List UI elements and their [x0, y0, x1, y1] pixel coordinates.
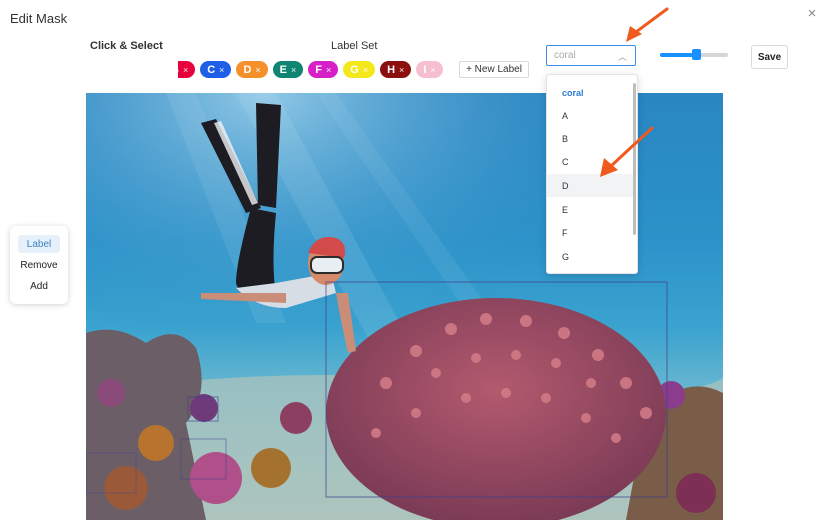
close-icon[interactable]: ×: [183, 65, 188, 75]
label-chip-i[interactable]: I ×: [416, 61, 443, 78]
label-tool-button[interactable]: Label: [18, 235, 60, 253]
brush-size-slider-handle[interactable]: [692, 49, 701, 60]
add-tool-button[interactable]: Add: [18, 277, 60, 295]
close-icon[interactable]: ×: [363, 65, 368, 75]
label-chip-letter: B: [178, 64, 179, 76]
annotation-arrow-icon: [626, 7, 669, 42]
new-label-button[interactable]: + New Label: [459, 61, 529, 78]
close-icon[interactable]: ×: [291, 65, 296, 75]
label-chip-letter: D: [243, 63, 252, 76]
label-chip-e[interactable]: E ×: [272, 61, 304, 78]
coral-blob: [676, 473, 716, 513]
main-coral: [326, 298, 666, 520]
coral-blob: [190, 452, 242, 504]
close-icon[interactable]: ×: [399, 65, 404, 75]
click-select-heading: Click & Select: [90, 40, 163, 52]
label-chip-letter: H: [387, 63, 396, 76]
close-icon[interactable]: ×: [326, 65, 331, 75]
annotation-arrow-icon: [600, 126, 654, 177]
coral-blob: [138, 425, 174, 461]
close-icon[interactable]: ×: [219, 65, 224, 75]
close-icon[interactable]: ×: [430, 65, 435, 75]
label-chip-letter: G: [350, 63, 359, 76]
remove-tool-button[interactable]: Remove: [18, 256, 60, 274]
label-chip-letter: F: [315, 63, 322, 76]
coral-blob: [104, 466, 148, 510]
chevron-up-icon: ︿: [617, 52, 627, 62]
dropdown-option-g[interactable]: G: [547, 245, 633, 268]
coral-blob: [97, 379, 125, 407]
label-chip-letter: C: [207, 63, 216, 76]
close-icon[interactable]: ×: [805, 6, 819, 22]
mask-tool-panel: Label Remove Add: [10, 226, 68, 304]
label-chip-d[interactable]: D ×: [236, 61, 268, 78]
label-chip-letter: I: [423, 63, 427, 76]
label-chip-g[interactable]: G ×: [343, 61, 376, 78]
label-select-value: coral: [554, 50, 576, 61]
label-chip-f[interactable]: F ×: [308, 61, 339, 78]
dropdown-option-f[interactable]: F: [547, 221, 633, 244]
coral-blob: [190, 394, 218, 422]
label-chip-list: B×C×D×E×F×G×H×I×: [178, 61, 458, 79]
coral-blob: [280, 402, 312, 434]
save-button[interactable]: Save: [751, 45, 788, 69]
label-set-heading: Label Set: [331, 40, 378, 52]
label-chip-h[interactable]: H ×: [380, 61, 412, 78]
label-chip-b[interactable]: B×: [178, 61, 196, 78]
label-chip-letter: E: [279, 63, 287, 76]
dialog-title: Edit Mask: [10, 11, 68, 26]
label-chip-c[interactable]: C ×: [200, 61, 232, 78]
dropdown-option-coral[interactable]: coral: [547, 81, 633, 104]
dropdown-option-e[interactable]: E: [547, 198, 633, 221]
close-icon[interactable]: ×: [255, 65, 260, 75]
coral-blob: [251, 448, 291, 488]
